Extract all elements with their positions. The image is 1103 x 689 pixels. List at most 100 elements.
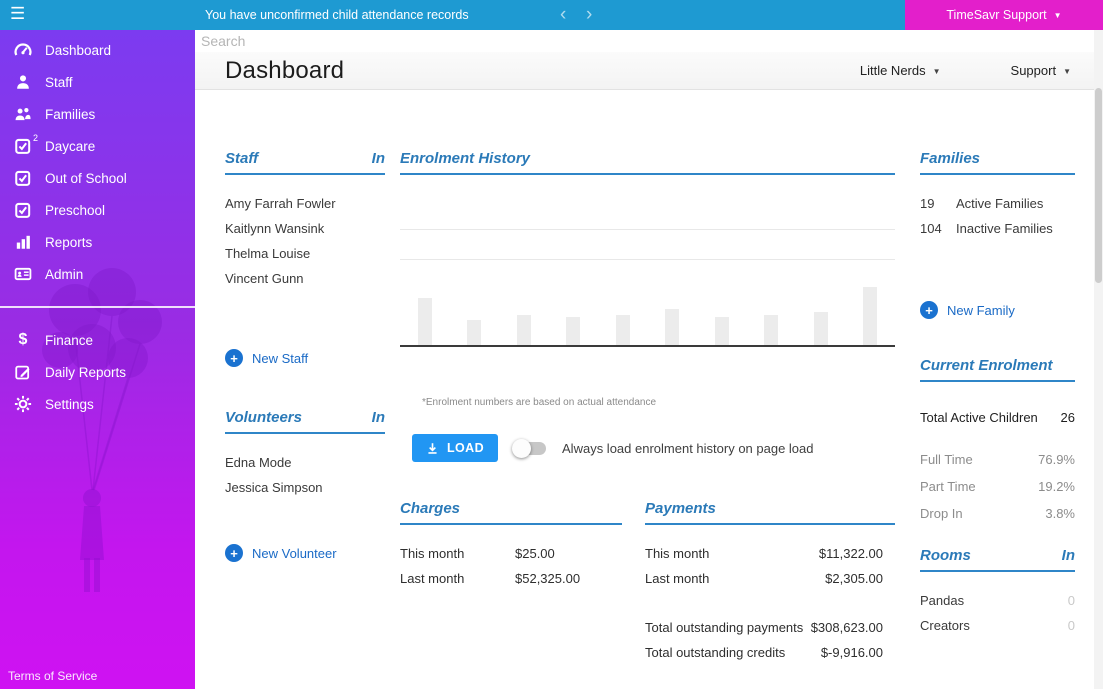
organization-dropdown-label: Little Nerds xyxy=(859,63,926,78)
plus-icon: + xyxy=(225,349,243,367)
room-row[interactable]: Creators 0 xyxy=(920,613,1075,638)
room-row[interactable]: Pandas 0 xyxy=(920,588,1075,613)
volunteer-list-item[interactable]: Jessica Simpson xyxy=(225,475,385,500)
payments-row-value: $2,305.00 xyxy=(825,571,883,586)
people-icon xyxy=(14,105,32,123)
sidebar-item-label: Settings xyxy=(45,396,94,412)
timesavr-support-dropdown[interactable]: TimeSavr Support ▼ xyxy=(905,0,1103,30)
sidebar-nav: Dashboard Staff Families 2 Daycare Out o… xyxy=(0,30,195,420)
staff-list-item[interactable]: Amy Farrah Fowler xyxy=(225,191,385,216)
chart-bar xyxy=(813,312,828,345)
new-volunteer-button[interactable]: + New Volunteer xyxy=(225,544,385,562)
enrolment-history-chart xyxy=(400,175,895,347)
staff-list: Amy Farrah Fowler Kaitlynn Wansink Thelm… xyxy=(225,191,385,291)
sidebar-item-dashboard[interactable]: Dashboard xyxy=(0,34,195,66)
search-input[interactable] xyxy=(195,30,515,52)
sidebar-item-label: Families xyxy=(45,106,96,122)
sidebar-item-admin[interactable]: Admin xyxy=(0,258,195,290)
organization-dropdown[interactable]: Little Nerds ▼ xyxy=(860,63,941,78)
families-stat-row: 104 Inactive Families xyxy=(920,216,1075,241)
sidebar-item-label: Staff xyxy=(45,74,73,90)
families-title: Families xyxy=(920,150,981,167)
hamburger-menu-icon[interactable]: ☰ xyxy=(10,4,25,24)
support-dropdown[interactable]: Support ▼ xyxy=(1011,63,1071,78)
charges-rows: This month $25.00 Last month $52,325.00 xyxy=(400,541,622,591)
staff-list-item[interactable]: Vincent Gunn xyxy=(225,266,385,291)
enrolment-history-title: Enrolment History xyxy=(400,150,531,167)
plus-icon: + xyxy=(920,301,938,319)
sidebar-item-preschool[interactable]: Preschool xyxy=(0,194,195,226)
payments-totals: Total outstanding payments $308,623.00 T… xyxy=(645,615,895,665)
charges-row: This month $25.00 xyxy=(400,541,622,566)
sidebar-item-out-of-school[interactable]: Out of School xyxy=(0,162,195,194)
staff-list-item[interactable]: Kaitlynn Wansink xyxy=(225,216,385,241)
payments-row: Last month $2,305.00 xyxy=(645,566,895,591)
daycare-count-badge: 2 xyxy=(32,133,38,143)
chart-bar xyxy=(665,309,680,345)
payments-total-value: $-9,916.00 xyxy=(820,645,883,660)
payments-row-label: Last month xyxy=(645,571,710,586)
payments-rows: This month $11,322.00 Last month $2,305.… xyxy=(645,541,895,591)
sidebar-item-daycare[interactable]: 2 Daycare xyxy=(0,130,195,162)
charges-row-label: This month xyxy=(400,546,465,561)
bar-chart-icon xyxy=(14,233,32,251)
new-staff-button[interactable]: + New Staff xyxy=(225,349,385,367)
sidebar-item-finance[interactable]: $ Finance xyxy=(0,324,195,356)
inactive-families-count: 104 xyxy=(920,221,942,236)
terms-of-service-link[interactable]: Terms of Service xyxy=(8,669,97,683)
next-notification-icon[interactable]: › xyxy=(586,2,592,28)
sidebar-item-label: Preschool xyxy=(45,202,106,218)
sidebar-item-daily-reports[interactable]: Daily Reports xyxy=(0,356,195,388)
sidebar-item-staff[interactable]: Staff xyxy=(0,66,195,98)
staff-in-column-label: In xyxy=(371,150,385,167)
volunteer-list-item[interactable]: Edna Mode xyxy=(225,450,385,475)
checkbox-icon xyxy=(14,201,32,219)
page-title: Dashboard xyxy=(225,56,345,84)
payments-title: Payments xyxy=(645,500,716,517)
enrolment-note: *Enrolment numbers are based on actual a… xyxy=(422,397,657,408)
sidebar-item-label: Daycare xyxy=(45,138,96,154)
download-icon xyxy=(428,442,437,454)
enrolment-chart-bars xyxy=(418,175,877,345)
enrolment-history-header: Enrolment History xyxy=(400,150,895,175)
staff-title: Staff xyxy=(225,150,259,167)
room-in-count: 0 xyxy=(1067,618,1075,633)
sidebar-item-reports[interactable]: Reports xyxy=(0,226,195,258)
new-family-button[interactable]: + New Family xyxy=(920,301,1075,319)
previous-notification-icon[interactable]: ‹ xyxy=(560,2,566,28)
staff-list-item[interactable]: Thelma Louise xyxy=(225,241,385,266)
pencil-square-icon xyxy=(14,363,32,381)
volunteers-title: Volunteers xyxy=(225,409,302,426)
header-dropdowns: Little Nerds ▼ Support ▼ xyxy=(860,63,1103,78)
staff-section-header: Staff In xyxy=(225,150,385,175)
scrollbar-thumb[interactable] xyxy=(1095,88,1102,283)
always-load-toggle[interactable] xyxy=(512,438,547,458)
payments-row-value: $11,322.00 xyxy=(818,546,883,561)
chevron-down-icon: ▼ xyxy=(1063,66,1071,76)
part-time-label: Part Time xyxy=(920,479,976,494)
payments-total-row: Total outstanding payments $308,623.00 xyxy=(645,615,895,640)
drop-in-value: 3.8% xyxy=(1045,506,1075,521)
gauge-icon xyxy=(14,41,32,59)
payments-row: This month $11,322.00 xyxy=(645,541,895,566)
vertical-scrollbar[interactable] xyxy=(1094,30,1103,689)
full-time-label: Full Time xyxy=(920,452,973,467)
total-active-children-label: Total Active Children xyxy=(920,410,1038,425)
new-family-label: New Family xyxy=(947,302,1015,318)
families-stat-row: 19 Active Families xyxy=(920,191,1075,216)
load-button[interactable]: LOAD xyxy=(412,434,499,462)
sidebar-divider xyxy=(0,306,195,308)
volunteers-in-column-label: In xyxy=(371,409,385,426)
sidebar-item-label: Daily Reports xyxy=(45,364,127,380)
payments-total-value: $308,623.00 xyxy=(810,620,883,635)
volunteer-list: Edna Mode Jessica Simpson xyxy=(225,450,385,500)
sidebar-item-settings[interactable]: Settings xyxy=(0,388,195,420)
sidebar-item-families[interactable]: Families xyxy=(0,98,195,130)
gear-icon xyxy=(14,395,32,413)
chart-bar xyxy=(862,287,877,345)
volunteers-section-header: Volunteers In xyxy=(225,409,385,434)
charges-row-value: $25.00 xyxy=(515,546,555,561)
dollar-icon: $ xyxy=(18,331,28,348)
sidebar-item-label: Dashboard xyxy=(45,42,112,58)
timesavr-support-label: TimeSavr Support xyxy=(946,8,1047,22)
